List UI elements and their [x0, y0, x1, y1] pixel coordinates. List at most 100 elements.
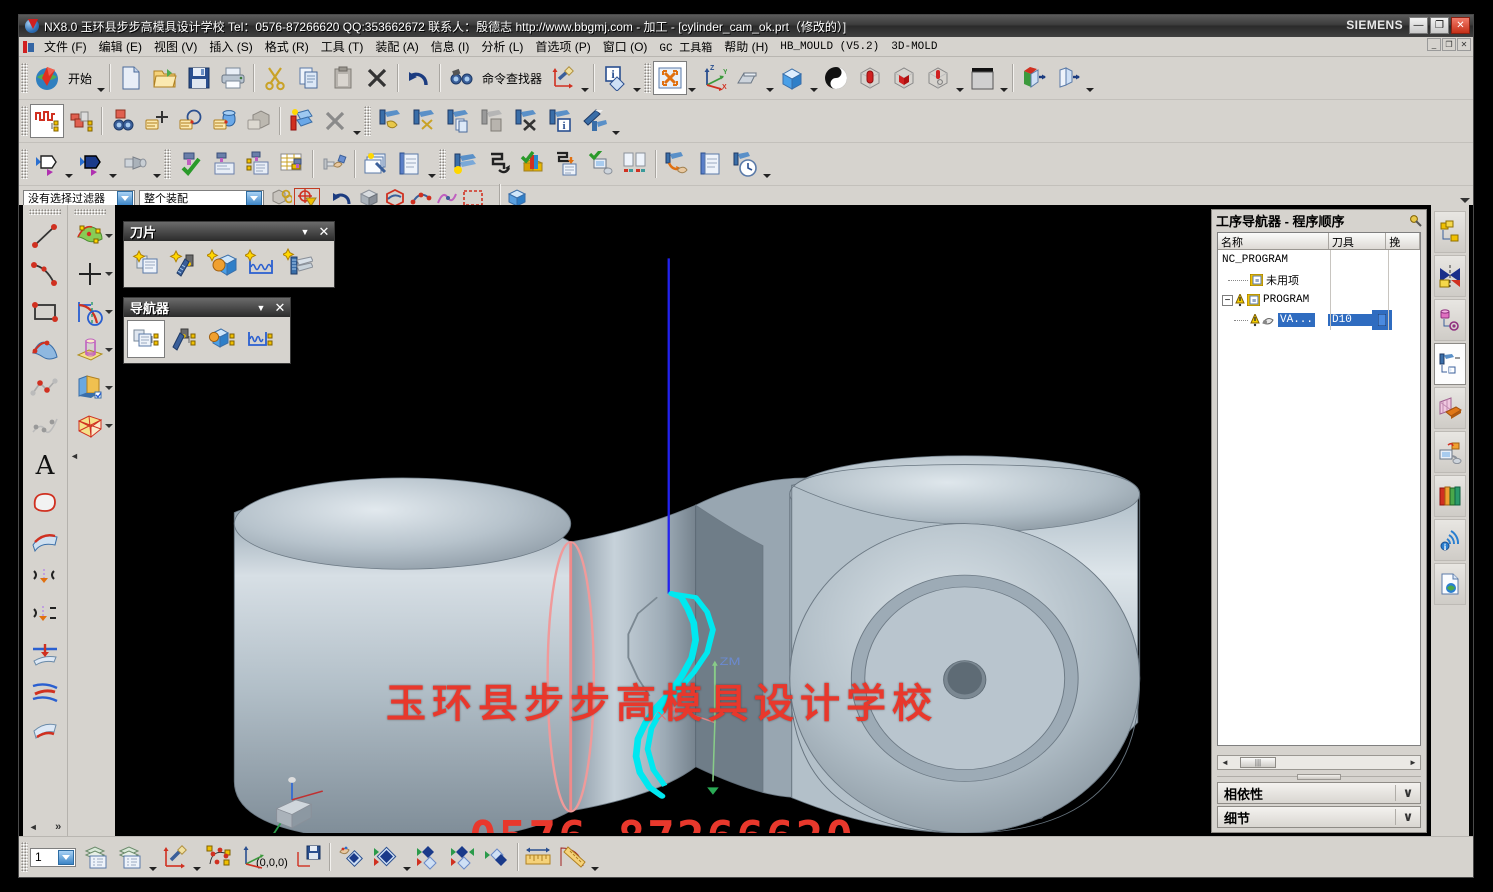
measure-angle-icon[interactable]	[556, 840, 590, 874]
toolbar-overflow-arrow[interactable]	[1460, 198, 1470, 203]
float-toolbar-title-bar[interactable]: 导航器 ▼ ✕	[124, 298, 290, 317]
info-dropdown-arrow[interactable]	[632, 58, 642, 99]
reuse-library-icon[interactable]	[1434, 299, 1466, 341]
chevron-down-icon[interactable]	[246, 190, 262, 206]
save-layer-icon[interactable]	[292, 840, 326, 874]
show-only-icon[interactable]	[446, 840, 480, 874]
toolpath-copy-icon[interactable]	[441, 104, 475, 138]
minimize-button[interactable]: —	[1409, 17, 1428, 34]
clock-icon[interactable]	[728, 147, 762, 181]
extrude-icon[interactable]	[72, 369, 113, 407]
selection-scope-combo[interactable]: 整个装配	[139, 189, 264, 207]
toolbar-grip[interactable]	[21, 842, 28, 872]
menu-item-assemblies[interactable]: 装配 (A)	[369, 37, 424, 56]
hd3d-tools-icon[interactable]	[1434, 475, 1466, 517]
info-object-icon[interactable]: i	[598, 61, 632, 95]
menu-item-help[interactable]: 帮助 (H)	[718, 37, 774, 56]
menu-item-format[interactable]: 格式 (R)	[259, 37, 315, 56]
mdi-maximize-button[interactable]: ❐	[1442, 38, 1456, 51]
scroll-left-arrow[interactable]: ◄	[1218, 758, 1232, 767]
selection-filter-combo[interactable]: 没有选择过滤器	[23, 189, 135, 207]
note-cylinder-icon[interactable]	[208, 104, 242, 138]
layer-dropdown-arrow[interactable]	[148, 837, 158, 878]
toolpath-cut-icon[interactable]	[407, 104, 441, 138]
undo-icon[interactable]	[402, 61, 436, 95]
shaded-dropdown-arrow[interactable]	[809, 58, 819, 99]
line-icon[interactable]	[27, 217, 63, 255]
delete-toolpath-icon[interactable]	[318, 104, 352, 138]
surface-through-curves-icon[interactable]	[27, 331, 63, 369]
chevron-down-icon[interactable]	[58, 849, 74, 865]
save-icon[interactable]	[182, 61, 216, 95]
fit-view-icon[interactable]	[653, 61, 688, 95]
panel-splitter[interactable]	[1217, 773, 1421, 780]
fit-dropdown-arrow[interactable]	[687, 58, 697, 99]
toolpath-display-icon[interactable]	[577, 104, 611, 138]
machine-tool-view-icon[interactable]	[165, 320, 203, 358]
toolpath-info-icon[interactable]: i	[543, 104, 577, 138]
wcs-dynamics-icon[interactable]	[202, 840, 236, 874]
close-button[interactable]: ✕	[1451, 17, 1470, 34]
spline-fit-icon[interactable]	[27, 407, 63, 445]
command-finder-label[interactable]: 命令查找器	[478, 70, 546, 87]
static-wireframe-icon[interactable]	[921, 61, 955, 95]
menu-item-3d-mold[interactable]: 3D-MOLD	[885, 40, 943, 54]
note-plus-icon[interactable]	[140, 104, 174, 138]
toolbar-grip[interactable]	[364, 106, 371, 136]
create-layer-icon[interactable]	[359, 147, 393, 181]
toolpath-dropdown-arrow[interactable]	[611, 101, 621, 142]
toolbar-grip[interactable]	[21, 63, 28, 93]
shaded-cube-icon[interactable]	[775, 61, 809, 95]
bridge-surface-icon[interactable]	[27, 521, 63, 559]
menu-item-tools[interactable]: 工具 (T)	[315, 37, 370, 56]
column-header-extra[interactable]: 挽	[1386, 233, 1420, 249]
orient-view-icon[interactable]: Z Y X	[697, 61, 731, 95]
menu-item-preferences[interactable]: 首选项 (P)	[529, 37, 596, 56]
toolbar-grip[interactable]	[439, 149, 446, 179]
layer-visible-settings-icon[interactable]	[114, 840, 148, 874]
scroll-right-arrow[interactable]: ►	[1406, 758, 1420, 767]
toolbar-grip[interactable]	[644, 63, 652, 93]
clock-dropdown-arrow[interactable]	[762, 144, 772, 185]
details-section[interactable]: 细节 ∨	[1217, 806, 1421, 828]
scroll-thumb[interactable]: |||	[1240, 757, 1276, 768]
system-materials-icon[interactable]	[1434, 431, 1466, 473]
chevron-down-icon[interactable]: ▼	[296, 227, 314, 237]
report-icon[interactable]	[393, 147, 427, 181]
layer-visible-icon[interactable]	[1017, 61, 1051, 95]
start-menu-label[interactable]: 开始	[64, 70, 96, 87]
new-file-icon[interactable]	[114, 61, 148, 95]
menu-item-edit[interactable]: 编辑 (E)	[93, 37, 148, 56]
wcs-dropdown-arrow[interactable]	[580, 58, 590, 99]
expander-toggle[interactable]: −	[1222, 294, 1233, 306]
table-row[interactable]: ≡ 未用项	[1218, 270, 1420, 290]
chevron-down-icon[interactable]: ∨	[1395, 809, 1420, 825]
toolbar-grip[interactable]	[164, 149, 171, 179]
menu-item-gc-toolbox[interactable]: GC 工具箱	[653, 38, 718, 56]
layer-settings-icon[interactable]	[80, 840, 114, 874]
toolbar-grip[interactable]	[74, 209, 106, 215]
open-file-icon[interactable]	[148, 61, 182, 95]
operation-navigator-icon[interactable]	[1434, 343, 1466, 385]
point-icon[interactable]	[72, 255, 113, 293]
paste-icon[interactable]	[326, 61, 360, 95]
layer-icon[interactable]	[1051, 61, 1085, 95]
menu-item-view[interactable]: 视图 (V)	[148, 37, 203, 56]
menu-item-file[interactable]: 文件 (F)	[38, 37, 93, 56]
left-toolbar-left-arrow[interactable]: ◄	[29, 822, 38, 832]
maximize-button[interactable]: ❐	[1430, 17, 1449, 34]
menu-item-window[interactable]: 窗口 (O)	[597, 37, 654, 56]
post-process-icon[interactable]	[660, 147, 694, 181]
shading-icon[interactable]	[819, 61, 853, 95]
mdi-minimize-button[interactable]: _	[1427, 38, 1441, 51]
web-browser-icon[interactable]: i	[1434, 519, 1466, 561]
create-operation-icon[interactable]	[30, 104, 64, 138]
menu-item-information[interactable]: 信息 (I)	[425, 37, 476, 56]
assembly-navigator-icon[interactable]	[1434, 211, 1466, 253]
replay-icon[interactable]	[482, 147, 516, 181]
note-circle-icon[interactable]	[174, 104, 208, 138]
table-row[interactable]: − ≡ PROGRAM	[1218, 290, 1420, 310]
wcs-origin-icon[interactable]	[236, 840, 270, 874]
toolbar-grip[interactable]	[21, 149, 28, 179]
roles-icon[interactable]	[1434, 387, 1466, 429]
